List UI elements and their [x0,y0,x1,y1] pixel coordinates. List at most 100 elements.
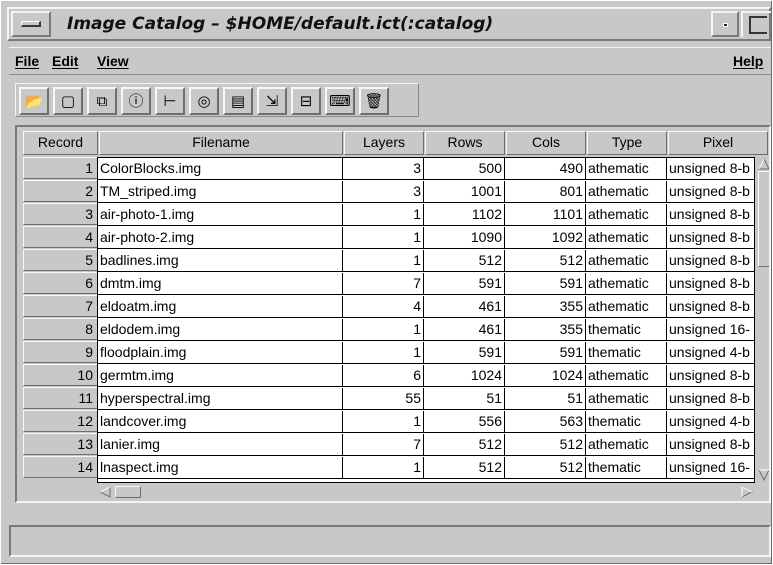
cell-pixel[interactable]: unsigned 8-b [667,181,754,203]
cell-rows[interactable]: 556 [424,411,505,433]
cell-rows[interactable]: 512 [424,434,505,456]
table-row[interactable]: landcover.img 1 556 563 thematic unsigned 4-b [98,411,754,434]
cell-pixel[interactable]: unsigned 8-b [667,365,754,387]
record-number[interactable]: 5 [23,249,98,271]
table-row[interactable]: air-photo-1.img 1 1102 1101 athematic unsigne… [98,204,754,227]
table-row[interactable]: lanier.img 7 512 512 athematic unsigned 8-b [98,434,754,457]
title-bar[interactable]: Image Catalog – $HOME/default.ict(:catal… [7,7,771,41]
cell-layers[interactable]: 55 [343,388,424,410]
cell-type[interactable]: athematic [586,434,667,456]
cell-rows[interactable]: 500 [424,158,505,180]
cell-rows[interactable]: 1024 [424,365,505,387]
cell-filename[interactable]: TM_striped.img [98,181,343,203]
table-row[interactable]: TM_striped.img 3 1001 801 athematic unsigned … [98,181,754,204]
cell-cols[interactable]: 355 [505,296,586,318]
cell-layers[interactable]: 1 [343,457,424,479]
cell-rows[interactable]: 512 [424,457,505,479]
record-number[interactable]: 14 [23,456,98,478]
header-layers[interactable]: Layers [344,131,424,155]
cell-pixel[interactable]: unsigned 8-b [667,388,754,410]
cell-pixel[interactable]: unsigned 16- [667,319,754,341]
cell-type[interactable]: athematic [586,250,667,272]
cell-pixel[interactable]: unsigned 4-b [667,411,754,433]
cell-pixel[interactable]: unsigned 8-b [667,273,754,295]
cell-layers[interactable]: 7 [343,273,424,295]
cell-cols[interactable]: 591 [505,342,586,364]
table-row[interactable]: eldodem.img 1 461 355 thematic unsigned 16- [98,319,754,342]
cell-type[interactable]: athematic [586,158,667,180]
record-number[interactable]: 6 [23,272,98,294]
cell-cols[interactable]: 51 [505,388,586,410]
cell-type[interactable]: athematic [586,365,667,387]
cell-cols[interactable]: 512 [505,250,586,272]
maximize-button[interactable] [741,11,771,37]
layer-tree-button[interactable]: ⊢ [155,87,185,115]
cell-layers[interactable]: 1 [343,411,424,433]
record-number[interactable]: 10 [23,364,98,386]
table-row[interactable]: badlines.img 1 512 512 athematic unsigned 8-b [98,250,754,273]
cell-cols[interactable]: 512 [505,457,586,479]
cell-filename[interactable]: dmtm.img [98,273,343,295]
cell-rows[interactable]: 1001 [424,181,505,203]
cell-cols[interactable]: 591 [505,273,586,295]
cell-filename[interactable]: lnaspect.img [98,457,343,479]
header-rows[interactable]: Rows [425,131,505,155]
cell-filename[interactable]: air-photo-1.img [98,204,343,226]
cell-cols[interactable]: 1092 [505,227,586,249]
record-number[interactable]: 3 [23,203,98,225]
record-number[interactable]: 8 [23,318,98,340]
table-row[interactable]: air-photo-2.img 1 1090 1092 athematic unsigne… [98,227,754,250]
menu-help[interactable]: Help [733,53,763,69]
table-row[interactable]: dmtm.img 7 591 591 athematic unsigned 8-b [98,273,754,296]
horizontal-scroll-thumb[interactable] [115,486,141,498]
scroll-down-icon[interactable] [758,469,770,481]
cell-pixel[interactable]: unsigned 8-b [667,227,754,249]
horizontal-scrollbar[interactable] [97,485,757,499]
menu-edit[interactable]: Edit [52,53,78,69]
color-wheel-button[interactable]: ◎ [189,87,219,115]
header-pixel[interactable]: Pixel [668,131,768,155]
cell-pixel[interactable]: unsigned 8-b [667,158,754,180]
cell-layers[interactable]: 7 [343,434,424,456]
cell-cols[interactable]: 1101 [505,204,586,226]
cell-filename[interactable]: eldoatm.img [98,296,343,318]
cell-type[interactable]: athematic [586,296,667,318]
record-number[interactable]: 13 [23,433,98,455]
cell-rows[interactable]: 591 [424,273,505,295]
cell-type[interactable]: thematic [586,457,667,479]
table-body[interactable]: ColorBlocks.img 3 500 490 athematic unsigned … [97,157,755,483]
cell-layers[interactable]: 1 [343,342,424,364]
record-number[interactable]: 7 [23,295,98,317]
record-number[interactable]: 12 [23,410,98,432]
trash-button[interactable]: 🗑 [359,87,389,115]
cell-cols[interactable]: 512 [505,434,586,456]
record-number[interactable]: 9 [23,341,98,363]
cell-type[interactable]: thematic [586,411,667,433]
cell-rows[interactable]: 51 [424,388,505,410]
table-row[interactable]: ColorBlocks.img 3 500 490 athematic unsigned … [98,158,754,181]
record-number[interactable]: 2 [23,180,98,202]
cell-filename[interactable]: landcover.img [98,411,343,433]
cell-rows[interactable]: 1090 [424,227,505,249]
cell-type[interactable]: athematic [586,204,667,226]
info-button[interactable]: ⓘ [121,87,151,115]
table-row[interactable]: germtm.img 6 1024 1024 athematic unsigned 8-b [98,365,754,388]
vertical-scroll-thumb[interactable] [758,171,769,267]
cell-layers[interactable]: 1 [343,227,424,249]
viewer-button[interactable]: ▢ [53,87,83,115]
cell-cols[interactable]: 355 [505,319,586,341]
cell-layers[interactable]: 1 [343,204,424,226]
record-number[interactable]: 4 [23,226,98,248]
cell-rows[interactable]: 512 [424,250,505,272]
save-to-button[interactable]: ⇲ [257,87,287,115]
cell-filename[interactable]: hyperspectral.img [98,388,343,410]
header-record[interactable]: Record [23,131,98,155]
cell-rows[interactable]: 591 [424,342,505,364]
copy-button[interactable]: ⧉ [87,87,117,115]
header-type[interactable]: Type [587,131,667,155]
cell-layers[interactable]: 3 [343,181,424,203]
menu-file[interactable]: File [15,53,39,69]
table-row[interactable]: eldoatm.img 4 461 355 athematic unsigned 8-b [98,296,754,319]
cell-type[interactable]: athematic [586,273,667,295]
scroll-right-icon[interactable] [741,486,753,498]
